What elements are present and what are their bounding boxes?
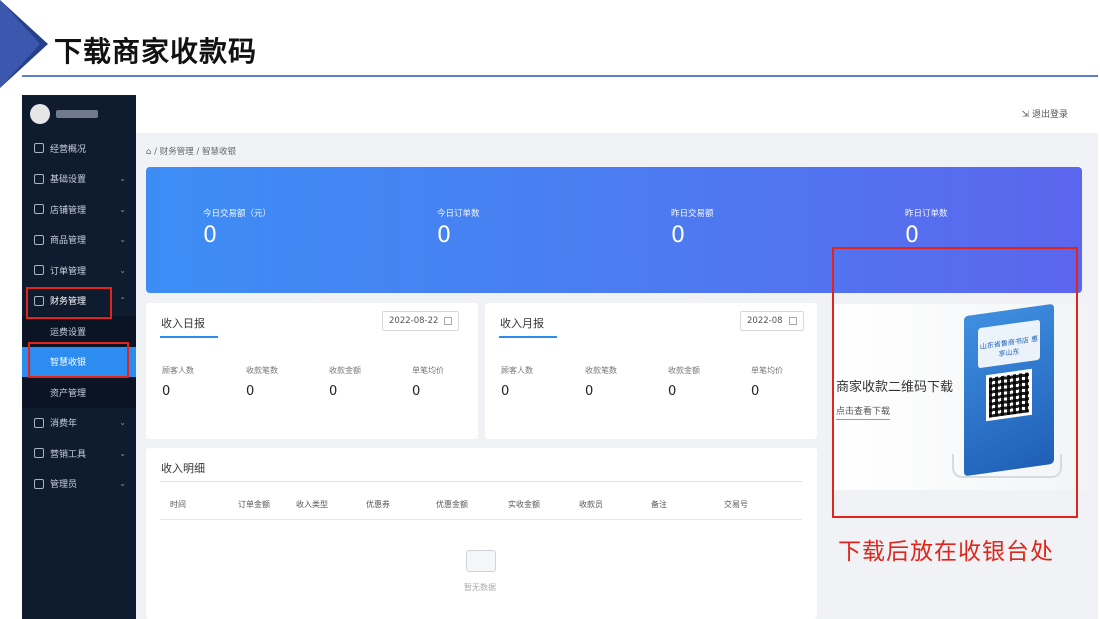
avatar[interactable] [30, 104, 50, 124]
highlight-smart-cashier [28, 342, 129, 378]
sidebar-item-sidebar.items1[interactable]: 基础设置 ⌄ [22, 164, 136, 195]
daily-date-picker[interactable]: 2022-08-22 [382, 311, 460, 331]
sidebar-header [22, 95, 136, 133]
menu-icon [34, 173, 44, 184]
sidebar-item-sidebar.items0[interactable]: 经营概况 [22, 133, 136, 164]
sidebar-item-label: 商品管理 [50, 236, 87, 247]
table-header-cell: 收入类型 [296, 500, 328, 509]
store-name-blurred [56, 110, 98, 118]
table-header-cell: 优惠券 [366, 500, 390, 509]
calendar-icon [788, 317, 797, 325]
income-details-card: 收入明细 时间 订单金额 收入类型 优惠券 优惠金额 实收金额 收款员 备注 交易号 暂无数据 [146, 448, 817, 619]
menu-icon [34, 448, 44, 459]
table-header-cell: 实收金额 [508, 500, 540, 509]
table-header-divider [160, 519, 802, 520]
menu-icon [34, 417, 44, 428]
calendar-icon [444, 317, 453, 325]
sidebar-item-sidebar.items2[interactable]: 店铺管理 ⌄ [22, 194, 136, 225]
menu-icon [34, 143, 44, 154]
highlight-qr-download [832, 247, 1078, 518]
table-header-cell: 备注 [651, 500, 667, 509]
breadcrumb: ⌂ / 财务管理 / 智慧收银 [146, 147, 236, 157]
menu-icon [34, 265, 44, 276]
daily-report-card: 收入日报 2022-08-22 顾客人数 0 收款笔数 0 收款金额 0 单笔均价 0 [146, 303, 478, 439]
sidebar-item-label: 订单管理 [50, 266, 87, 277]
chevron-icon: ⌄ [119, 235, 126, 245]
chevron-icon: ⌄ [119, 174, 126, 184]
chevron-icon: ⌄ [119, 418, 126, 428]
monthly-title-underline [499, 336, 557, 338]
sidebar-item-label: 基础设置 [50, 175, 87, 186]
table-header-cell: 时间 [170, 500, 186, 509]
monthly-date-picker[interactable]: 2022-08 [740, 311, 804, 331]
stat-today-orders: 今日订单数 0 [437, 209, 480, 248]
daily-metric-amount: 收款金额 0 [329, 366, 361, 399]
daily-metric-customers: 顾客人数 0 [162, 366, 194, 399]
monthly-metric-average: 单笔均价 0 [751, 366, 783, 399]
chevron-icon: ⌄ [119, 479, 126, 489]
sidebar-item-label: 店铺管理 [50, 205, 87, 216]
daily-title-underline [160, 336, 218, 338]
logout-button[interactable]: ⇲ 退出登录 [1022, 107, 1068, 120]
breadcrumb-smart-cashier: 智慧收银 [201, 147, 236, 157]
details-title: 收入明细 [161, 462, 205, 475]
title-divider [22, 75, 1098, 77]
daily-metric-count: 收款笔数 0 [246, 366, 278, 399]
empty-box-icon [466, 550, 496, 572]
table-header-cell: 订单金额 [238, 500, 270, 509]
table-header-cell: 优惠金额 [436, 500, 468, 509]
table-header-cell: 交易号 [724, 500, 748, 509]
chevron-icon: ⌄ [119, 204, 126, 214]
stat-yesterday-orders: 昨日订单数 0 [905, 209, 948, 248]
daily-report-title: 收入日报 [161, 317, 205, 330]
chevron-icon: ⌄ [119, 448, 126, 458]
slide-title: 下载商家收款码 [54, 35, 258, 68]
menu-icon [34, 234, 44, 245]
empty-state-text: 暂无数据 [464, 583, 496, 592]
logout-icon: ⇲ [1021, 110, 1030, 120]
chevron-icon: ⌃ [119, 296, 126, 306]
highlight-finance-menu [26, 287, 112, 319]
monthly-metric-amount: 收款金额 0 [668, 366, 700, 399]
sidebar-item-label: 消费年 [50, 419, 78, 430]
sidebar-item-sidebar.items_after2[interactable]: 管理员 ⌄ [22, 469, 136, 500]
monthly-metric-count: 收款笔数 0 [585, 366, 617, 399]
monthly-report-title: 收入月报 [500, 317, 544, 330]
monthly-metric-customers: 顾客人数 0 [501, 366, 533, 399]
breadcrumb-finance[interactable]: 财务管理 [160, 147, 194, 157]
home-icon[interactable]: ⌂ [146, 147, 151, 157]
logout-label: 退出登录 [1031, 110, 1068, 120]
monthly-report-card: 收入月报 2022-08 顾客人数 0 收款笔数 0 收款金额 0 单笔均价 0 [485, 303, 817, 439]
sidebar-item-sidebar.items3[interactable]: 商品管理 ⌄ [22, 225, 136, 256]
daily-metric-average: 单笔均价 0 [412, 366, 444, 399]
sidebar-item-label: 营销工具 [50, 449, 87, 460]
sidebar-item-sidebar.items4[interactable]: 订单管理 ⌄ [22, 255, 136, 286]
chevron-icon: ⌄ [119, 265, 126, 275]
annotation-caption: 下载后放在收银台处 [838, 539, 1054, 565]
menu-icon [34, 478, 44, 489]
sidebar-item-sidebar.items_after0[interactable]: 消费年 ⌄ [22, 408, 136, 439]
details-title-underline [160, 481, 802, 482]
slide: 下载商家收款码 经营概况 基础设置 ⌄ 店铺管理 ⌄ 商品管理 ⌄ 订单管理 ⌄ 财务管理 ⌃ 运费设… [0, 0, 1100, 619]
sidebar-item-label: 管理员 [50, 480, 78, 491]
sidebar-item-sidebar.items_after1[interactable]: 营销工具 ⌄ [22, 438, 136, 469]
table-header-cell: 收款员 [579, 500, 603, 509]
stat-today-amount: 今日交易额（元） 0 [203, 209, 272, 248]
top-bar: ⇲ 退出登录 [136, 95, 1098, 133]
sidebar-item-label: 经营概况 [50, 144, 87, 155]
sidebar-subitem-2[interactable]: 资产管理 [22, 377, 136, 408]
menu-icon [34, 204, 44, 215]
stat-yesterday-amount: 昨日交易额 0 [671, 209, 714, 248]
